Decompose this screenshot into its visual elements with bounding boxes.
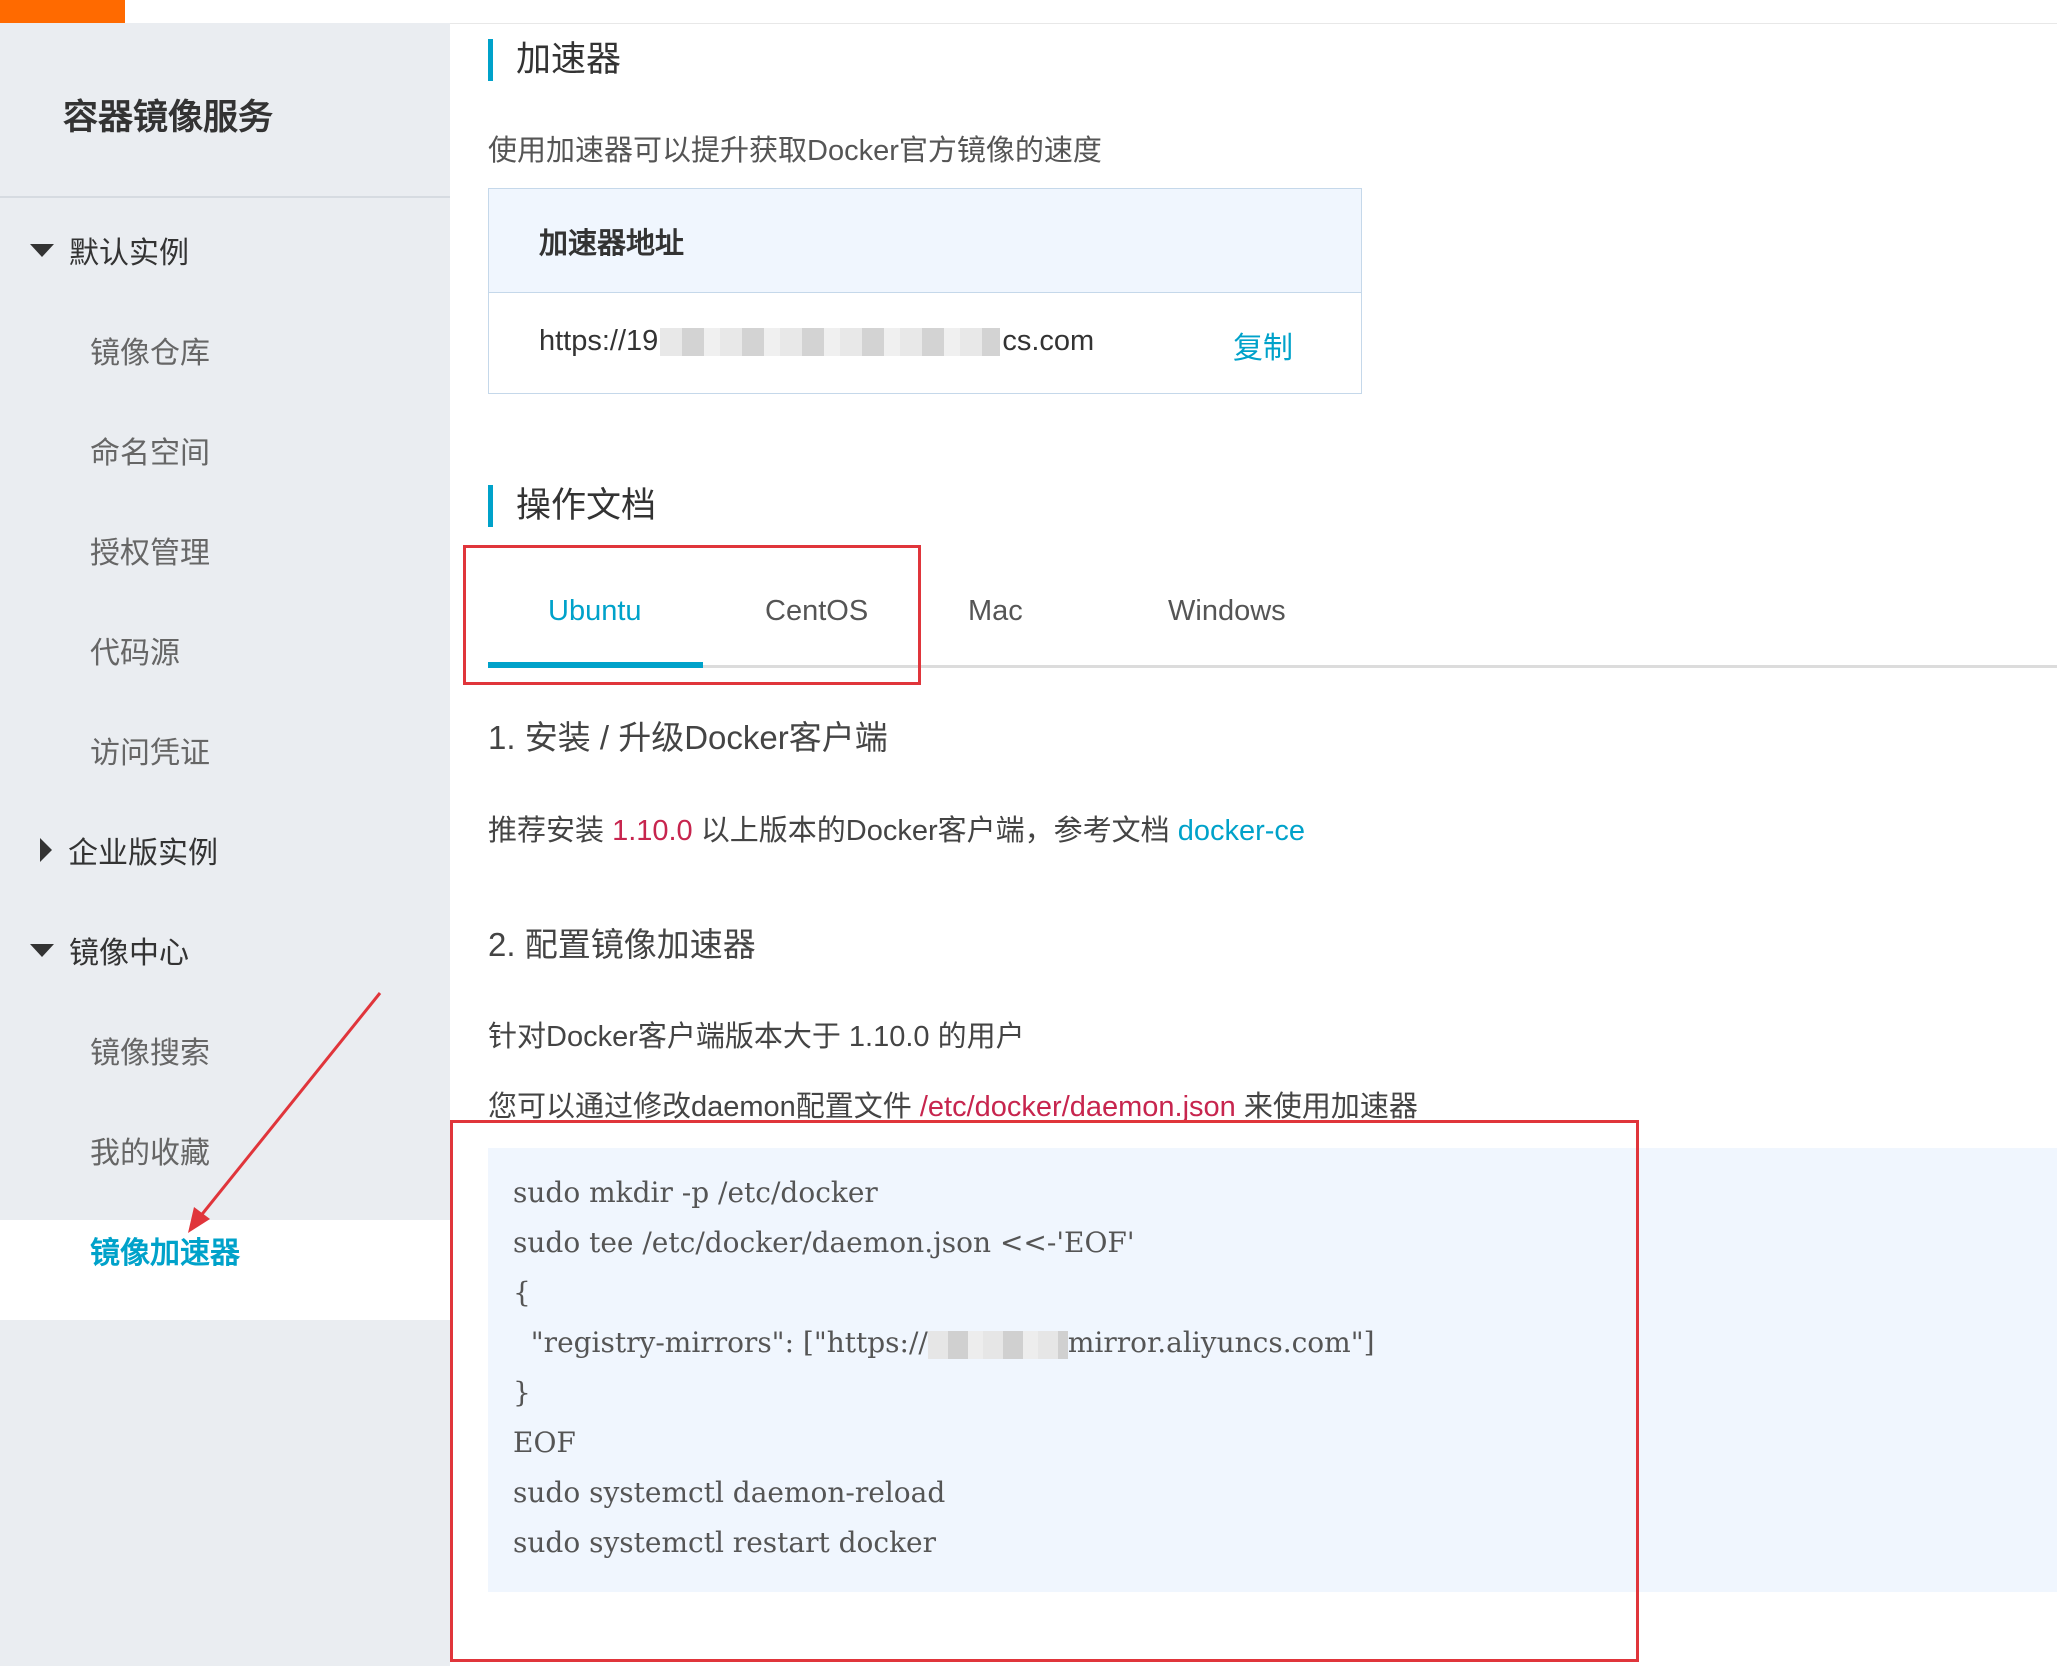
accelerator-url-row: https://19 cs.com 复制 xyxy=(489,293,1361,393)
accelerator-url-suffix: cs.com xyxy=(1002,325,1095,357)
docker-ce-link[interactable]: docker-ce xyxy=(1178,815,1305,847)
sidebar-item-repositories[interactable]: 镜像仓库 xyxy=(90,328,210,372)
section-title-accelerator: 加速器 xyxy=(488,39,621,81)
accelerator-url[interactable]: https://19 cs.com xyxy=(539,325,1094,358)
step1-text: 推荐安装 1.10.0 以上版本的Docker客户端，参考文档 docker-c… xyxy=(488,807,1305,849)
sidebar-group-default-instance[interactable]: 默认实例 xyxy=(30,228,189,272)
sidebar-group-image-center[interactable]: 镜像中心 xyxy=(30,928,189,972)
step1-text-before: 推荐安装 xyxy=(488,815,613,847)
step2-line2-before: 您可以通过修改daemon配置文件 xyxy=(488,1091,920,1123)
step2-line2: 您可以通过修改daemon配置文件 /etc/docker/daemon.jso… xyxy=(488,1083,1418,1125)
annotation-arrow xyxy=(188,992,382,1233)
sidebar-group-label: 镜像中心 xyxy=(69,937,189,970)
sidebar-item-code-source[interactable]: 代码源 xyxy=(90,628,180,672)
top-bar xyxy=(0,0,2057,24)
tab-windows[interactable]: Windows xyxy=(1168,595,1286,628)
redacted-blur xyxy=(660,328,1001,357)
accelerator-box-title: 加速器地址 xyxy=(539,227,685,260)
accelerator-description: 使用加速器可以提升获取Docker官方镜像的速度 xyxy=(488,135,1102,167)
sidebar-group-label: 企业版实例 xyxy=(68,837,218,870)
step1-text-after: 以上版本的Docker客户端，参考文档 xyxy=(692,815,1178,847)
step2-line1: 针对Docker客户端版本大于 1.10.0 的用户 xyxy=(488,1021,1025,1053)
highlight-box-tabs xyxy=(463,545,921,685)
sidebar-group-label: 默认实例 xyxy=(69,237,189,270)
caret-right-icon xyxy=(40,838,52,862)
accelerator-address-box: 加速器地址 https://19 cs.com 复制 xyxy=(488,188,1362,394)
sidebar-item-namespaces[interactable]: 命名空间 xyxy=(90,428,210,472)
accelerator-url-prefix: https://19 xyxy=(539,325,659,357)
step2-line2-after: 来使用加速器 xyxy=(1235,1091,1418,1123)
step1-title: 1. 安装 / 升级Docker客户端 xyxy=(488,719,888,756)
sidebar-title: 容器镜像服务 xyxy=(63,98,274,137)
sidebar: 容器镜像服务 默认实例 镜像仓库 命名空间 授权管理 代码源 访问凭证 企业版实… xyxy=(0,23,450,1666)
sidebar-item-access-credentials[interactable]: 访问凭证 xyxy=(90,728,210,772)
caret-down-icon xyxy=(30,943,54,957)
tab-mac[interactable]: Mac xyxy=(968,595,1023,628)
step1-version: 1.10.0 xyxy=(612,815,693,847)
caret-down-icon xyxy=(30,243,54,257)
copy-button[interactable]: 复制 xyxy=(1233,323,1293,367)
step2-title: 2. 配置镜像加速器 xyxy=(488,926,756,963)
highlight-box-code xyxy=(450,1120,1639,1662)
sidebar-group-enterprise-instance[interactable]: 企业版实例 xyxy=(30,828,218,872)
brand-logo-block[interactable] xyxy=(0,0,125,23)
accelerator-box-header: 加速器地址 xyxy=(489,189,1361,293)
sidebar-divider xyxy=(0,196,450,198)
sidebar-item-authorization[interactable]: 授权管理 xyxy=(90,528,210,572)
section-title-docs: 操作文档 xyxy=(488,485,656,527)
daemon-json-path: /etc/docker/daemon.json xyxy=(919,1091,1236,1123)
